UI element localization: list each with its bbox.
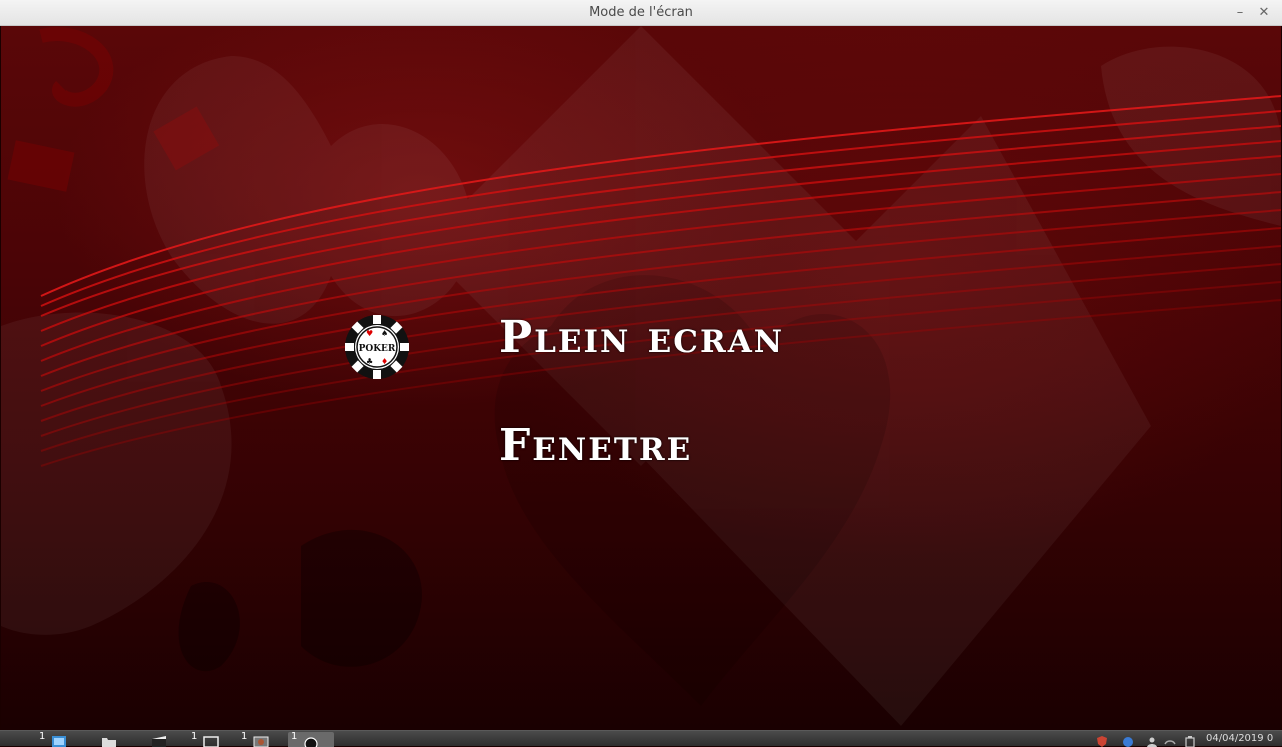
background-art — [1, 26, 1281, 726]
poker-chip-label: POKER — [359, 344, 396, 354]
close-button[interactable]: ✕ — [1253, 0, 1275, 26]
fullscreen-option[interactable]: Plein ecran — [499, 312, 784, 363]
file-manager-icon — [52, 736, 66, 747]
game-screen: ♥ ♠ ♣ ♦ POKER Plein ecran Fenetre — [1, 26, 1281, 730]
task-poker-app[interactable]: 1 — [288, 732, 334, 747]
svg-text:♦: ♦ — [381, 357, 388, 366]
svg-text:♥: ♥ — [366, 329, 373, 338]
task-media-player[interactable] — [136, 732, 182, 747]
poker-chip-icon: ♥ ♠ ♣ ♦ POKER — [345, 315, 409, 379]
user-icon[interactable] — [1146, 735, 1158, 747]
windowed-option[interactable]: Fenetre — [499, 420, 692, 471]
task-terminal[interactable]: 1 — [188, 732, 234, 747]
taskbar: 1 1 1 1 04/04/2019 0 — [0, 730, 1282, 747]
terminal-icon — [203, 736, 219, 747]
battery-icon[interactable] — [1184, 735, 1196, 747]
window-icon — [253, 736, 269, 747]
folder-icon — [102, 738, 116, 747]
task-file-manager[interactable]: 1 — [36, 732, 82, 747]
svg-text:♣: ♣ — [366, 357, 373, 366]
minimize-button[interactable]: – — [1229, 0, 1251, 26]
task-window[interactable]: 1 — [238, 732, 284, 747]
window-title: Mode de l'écran — [589, 5, 693, 20]
shield-icon[interactable] — [1096, 735, 1108, 747]
window-titlebar[interactable]: Mode de l'écran – ✕ — [0, 0, 1282, 26]
poker-app-icon — [304, 737, 318, 747]
clock[interactable]: 04/04/2019 0 — [1206, 733, 1273, 744]
task-folder[interactable] — [86, 732, 132, 747]
network-icon[interactable] — [1164, 735, 1176, 747]
bluetooth-icon[interactable] — [1122, 735, 1134, 747]
svg-text:♠: ♠ — [381, 329, 388, 338]
task-count: 1 — [39, 731, 46, 742]
media-player-icon — [152, 736, 166, 747]
